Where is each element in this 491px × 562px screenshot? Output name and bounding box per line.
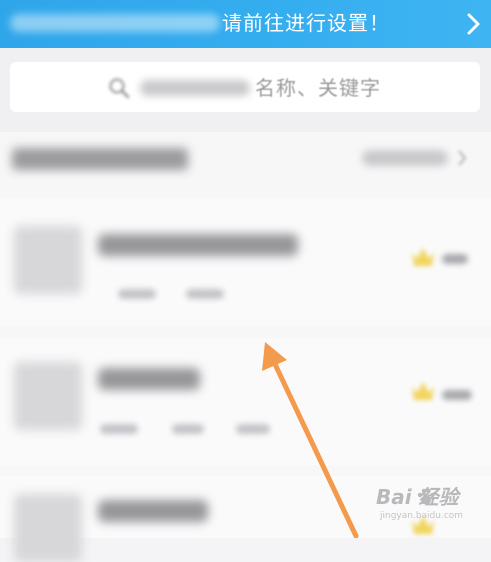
banner-text: 请前往进行设置！ (222, 11, 390, 35)
crown-icon (412, 382, 434, 400)
more-link-blurred[interactable] (362, 150, 448, 166)
item-title-blurred (98, 500, 208, 522)
banner-blurred-text (10, 14, 220, 32)
chevron-right-icon[interactable] (456, 148, 468, 168)
item-thumbnail (14, 226, 82, 294)
paw-icon (417, 488, 435, 505)
chevron-right-icon[interactable] (463, 10, 483, 38)
item-count-blurred (442, 390, 472, 400)
search-placeholder-blurred (140, 80, 250, 96)
section-title-blurred (12, 148, 188, 170)
crown-icon (412, 248, 434, 266)
search-placeholder: 名称、关键字 (255, 76, 381, 100)
item-meta-blurred (172, 424, 204, 434)
search-icon (109, 78, 130, 99)
notification-banner[interactable]: 请前往进行设置！ (0, 0, 491, 48)
item-meta-blurred (100, 424, 138, 434)
item-meta-blurred (236, 424, 270, 434)
item-title-blurred (98, 368, 200, 390)
item-thumbnail (14, 362, 82, 430)
baidu-watermark: Bai 经验 jingyan.baidu.com (372, 484, 484, 528)
item-thumbnail (14, 494, 82, 562)
item-count-blurred (442, 254, 468, 264)
item-title-blurred (98, 234, 298, 256)
watermark-url: jingyan.baidu.com (380, 511, 464, 521)
item-meta-blurred (118, 289, 156, 299)
item-meta-blurred (186, 289, 224, 299)
